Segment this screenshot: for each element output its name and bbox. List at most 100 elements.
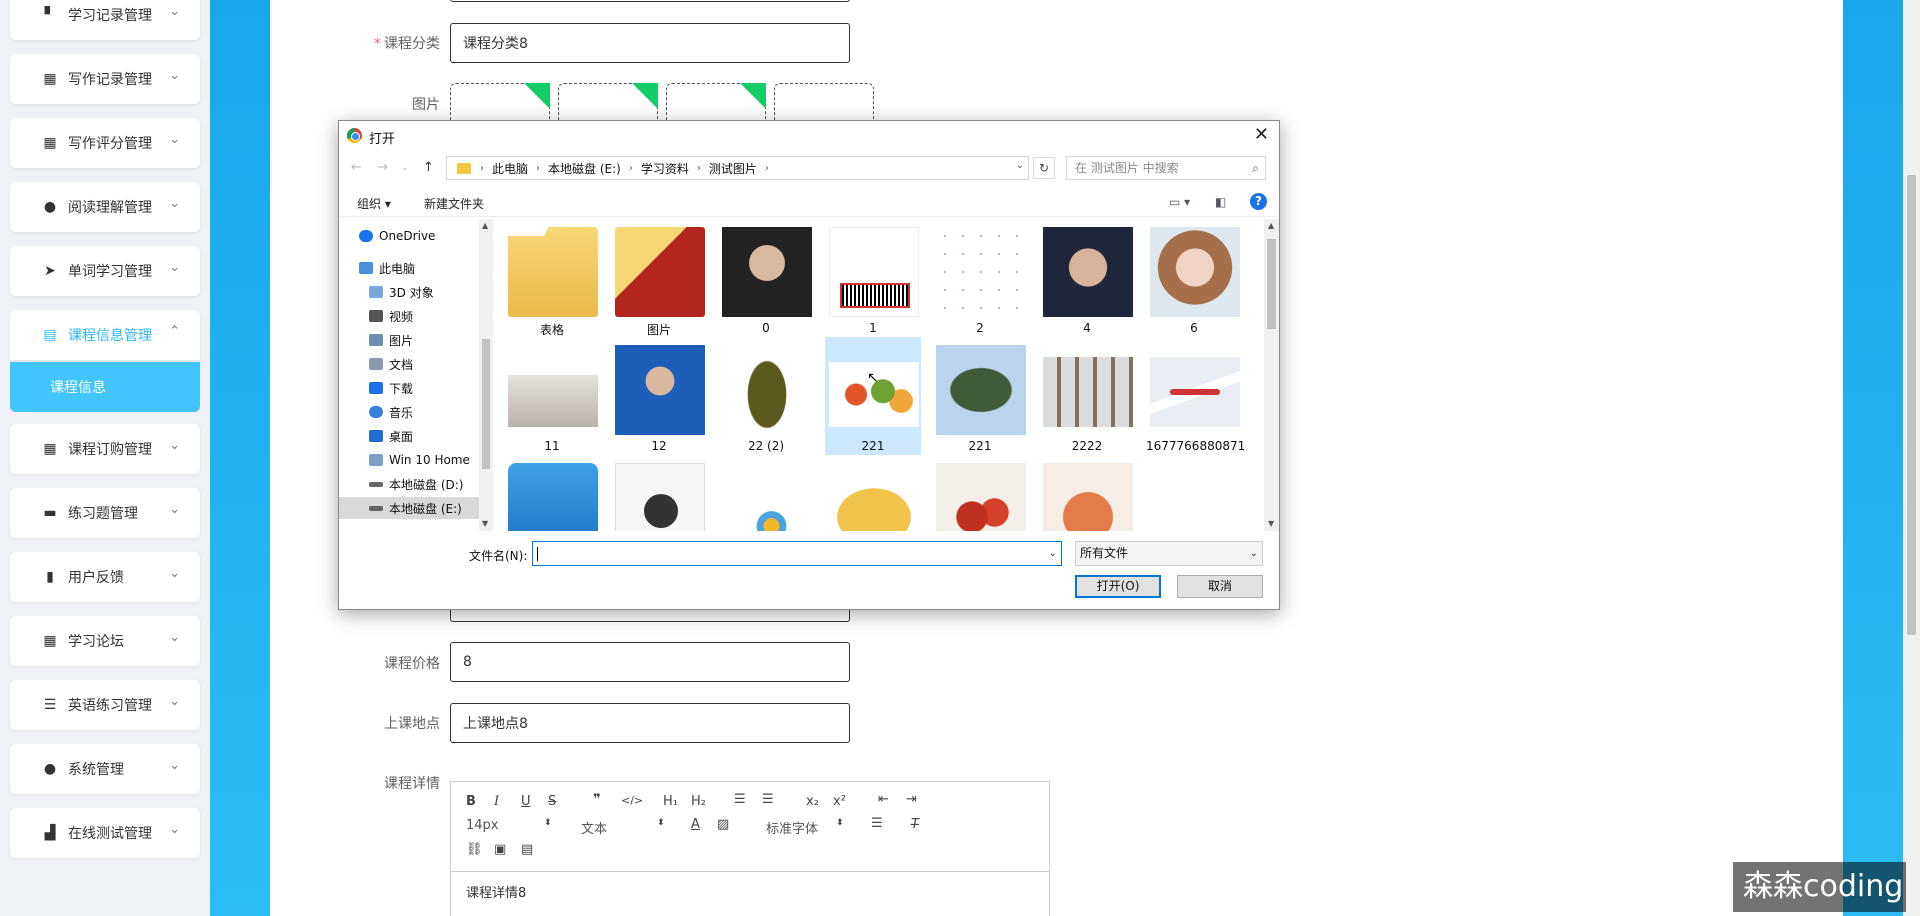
file-item[interactable]: 0	[718, 219, 814, 337]
outdent-icon[interactable]: ⇤	[878, 792, 889, 807]
menu-online-test[interactable]: ▟ 在线测试管理 ⌄	[10, 808, 200, 858]
menu-study-records[interactable]: ▘ 学习记录管理 ⌄	[10, 0, 200, 40]
subscript-button[interactable]: x₂	[806, 794, 819, 809]
scrollbar-thumb[interactable]	[482, 339, 490, 469]
file-item[interactable]: 4	[1039, 219, 1135, 337]
organize-button[interactable]: 组织 ▾	[357, 195, 391, 212]
scroll-down-icon[interactable]: ▼	[482, 519, 488, 528]
file-item[interactable]: 表格	[504, 219, 600, 337]
menu-course-info[interactable]: ▤ 课程信息管理 ⌃	[10, 310, 200, 360]
menu-writing-records[interactable]: ▦ 写作记录管理 ⌄	[10, 54, 200, 104]
new-folder-button[interactable]: 新建文件夹	[424, 195, 484, 212]
address-bar[interactable]: › 此电脑 › 本地磁盘 (E:) › 学习资料 › 测试图片 › ⌄	[446, 156, 1029, 180]
underline-button[interactable]: U	[521, 794, 531, 809]
image-upload-2[interactable]	[558, 83, 658, 123]
file-item[interactable]	[504, 455, 600, 531]
text-type-select[interactable]: 文本	[581, 818, 607, 837]
font-size-select[interactable]: 14px	[466, 818, 499, 833]
nav-desktop[interactable]: 桌面	[369, 425, 494, 447]
file-item[interactable]: 221	[932, 337, 1028, 455]
indent-icon[interactable]: ⇥	[906, 792, 917, 807]
forward-icon[interactable]: →	[377, 160, 388, 175]
file-item[interactable]: 12	[611, 337, 707, 455]
file-item[interactable]: 图片	[611, 219, 707, 337]
file-item[interactable]	[611, 455, 707, 531]
link-icon[interactable]: ⛓	[466, 842, 483, 857]
file-item[interactable]: 1	[825, 219, 921, 337]
image-upload-3[interactable]	[666, 83, 766, 123]
file-item[interactable]: 11	[504, 337, 600, 455]
file-item[interactable]	[932, 455, 1028, 531]
scroll-up-icon[interactable]: ▲	[482, 221, 488, 230]
background-color-button[interactable]: ▨	[717, 817, 729, 832]
previous-field[interactable]	[450, 0, 850, 2]
image-icon[interactable]: ▣	[494, 842, 506, 857]
menu-feedback[interactable]: ▮ 用户反馈 ⌄	[10, 552, 200, 602]
nav-win10-home[interactable]: Win 10 Home	[369, 449, 494, 471]
refresh-icon[interactable]: ↻	[1033, 157, 1055, 179]
recent-dropdown-icon[interactable]: ⌄	[401, 163, 409, 173]
bold-button[interactable]: B	[466, 794, 476, 809]
menu-forum[interactable]: ▦ 学习论坛 ⌄	[10, 616, 200, 666]
chevron-down-icon[interactable]: ⌄	[1016, 160, 1024, 171]
nav-downloads[interactable]: 下载	[369, 377, 494, 399]
nav-onedrive[interactable]: OneDrive	[359, 225, 494, 247]
image-upload-add[interactable]	[774, 83, 874, 123]
nav-this-pc[interactable]: 此电脑	[359, 257, 494, 279]
page-scrollbar[interactable]	[1903, 0, 1920, 916]
heading2-button[interactable]: H₂	[691, 794, 706, 809]
code-icon[interactable]: </>	[621, 794, 643, 807]
strike-button[interactable]: S	[548, 794, 556, 809]
nav-videos[interactable]: 视频	[369, 305, 494, 327]
chevron-down-icon[interactable]: ⌄	[1049, 542, 1057, 565]
heading1-button[interactable]: H₁	[663, 794, 678, 809]
help-icon[interactable]: ?	[1250, 193, 1267, 210]
nav-drive-d[interactable]: 本地磁盘 (D:)	[369, 473, 494, 495]
breadcrumb-this-pc[interactable]: 此电脑	[492, 160, 528, 177]
font-color-button[interactable]: A	[691, 817, 700, 832]
nav-3d-objects[interactable]: 3D 对象	[369, 281, 494, 303]
file-item[interactable]: 1677766880871	[1146, 337, 1245, 455]
menu-reading[interactable]: ● 阅读理解管理 ⌄	[10, 182, 200, 232]
file-item[interactable]: 2222	[1039, 337, 1135, 455]
menu-english-practice[interactable]: ☰ 英语练习管理 ⌄	[10, 680, 200, 730]
up-icon[interactable]: ↑	[423, 160, 434, 175]
file-item[interactable]	[718, 455, 814, 531]
file-grid-scrollbar[interactable]: ▲ ▼	[1264, 219, 1279, 531]
location-input[interactable]: 上课地点8	[450, 703, 850, 743]
filetype-select[interactable]: 所有文件 ⌄	[1075, 541, 1263, 566]
menu-exercises[interactable]: ▬ 练习题管理 ⌄	[10, 488, 200, 538]
back-icon[interactable]: ←	[351, 160, 362, 175]
file-item[interactable]: 6	[1146, 219, 1242, 337]
nav-pictures[interactable]: 图片	[369, 329, 494, 351]
search-input[interactable]: 在 测试图片 中搜索 ⌕	[1066, 156, 1266, 180]
align-icon[interactable]: ☰	[871, 816, 883, 831]
ordered-list-icon[interactable]: ☰	[734, 792, 746, 807]
breadcrumb-drive-e[interactable]: 本地磁盘 (E:)	[548, 160, 621, 177]
nav-music[interactable]: 音乐	[369, 401, 494, 423]
menu-writing-scores[interactable]: ▦ 写作评分管理 ⌄	[10, 118, 200, 168]
superscript-button[interactable]: x²	[833, 794, 846, 809]
cancel-button[interactable]: 取消	[1177, 575, 1263, 598]
file-item[interactable]: 221	[825, 337, 921, 455]
font-family-select[interactable]: 标准字体	[766, 818, 818, 837]
bullet-list-icon[interactable]: ☰	[762, 792, 774, 807]
editor-content[interactable]: 课程详情8	[451, 872, 1049, 911]
nav-documents[interactable]: 文档	[369, 353, 494, 375]
category-input[interactable]: 课程分类8	[450, 23, 850, 63]
preview-pane-icon[interactable]: ◧	[1215, 195, 1226, 209]
file-item[interactable]	[825, 455, 921, 531]
menu-course-orders[interactable]: ▦ 课程订购管理 ⌄	[10, 424, 200, 474]
italic-button[interactable]: I	[494, 794, 499, 809]
quote-icon[interactable]: ❞	[593, 792, 601, 807]
image-upload-1[interactable]	[450, 83, 550, 123]
nav-drive-e[interactable]: 本地磁盘 (E:)	[339, 497, 479, 519]
menu-words[interactable]: ➤ 单词学习管理 ⌄	[10, 246, 200, 296]
menu-system[interactable]: ● 系统管理 ⌄	[10, 744, 200, 794]
scroll-up-icon[interactable]: ▲	[1268, 221, 1274, 230]
nav-scrollbar[interactable]: ▲ ▼	[479, 219, 493, 531]
clear-format-icon[interactable]: T̶	[911, 817, 919, 832]
file-item[interactable]	[1039, 455, 1135, 531]
filename-input[interactable]: ⌄	[532, 541, 1062, 566]
close-icon[interactable]: ✕	[1254, 124, 1269, 145]
